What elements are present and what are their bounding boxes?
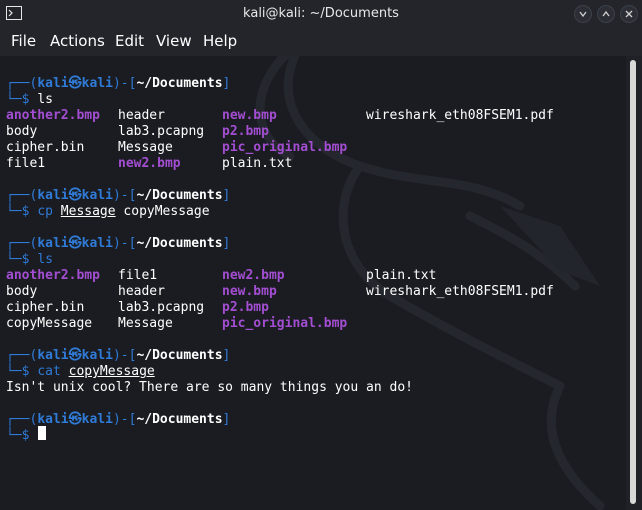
ls-output-row: another2.bmp header new.bmp wireshark_et… (6, 108, 626, 124)
file-entry: plain.txt (366, 268, 437, 283)
file-entry: wireshark_eth08FSEM1.pdf (366, 284, 554, 299)
title-bar: kali@kali: ~/Documents (0, 0, 642, 28)
command-line: └─$ ls (6, 252, 53, 267)
ls-output-row: cipher.bin lab3.pcapng p2.bmp (6, 300, 626, 316)
prompt-host: kali (81, 76, 113, 91)
minimize-button[interactable] (574, 5, 592, 23)
file-entry: pic_original.bmp (222, 316, 348, 331)
prompt-line: ┌──(kali㉿kali)-[~/Documents] (6, 76, 231, 91)
window-title: kali@kali: ~/Documents (243, 6, 399, 21)
prompt-line: ┌──(kali㉿kali)-[~/Documents] (6, 236, 231, 251)
prompt-user: kali (37, 412, 69, 427)
prompt-user: kali (37, 76, 69, 91)
ls-output-row: file1 new2.bmp plain.txt (6, 156, 626, 172)
menu-actions[interactable]: Actions (50, 32, 105, 50)
file-entry: lab3.pcapng (118, 124, 205, 139)
file-entry: cipher.bin (6, 300, 85, 315)
scrollbar-thumb[interactable] (630, 60, 636, 504)
prompt-path: ~/Documents (136, 348, 223, 363)
prompt-user: kali (37, 236, 69, 251)
prompt-path: ~/Documents (136, 236, 223, 251)
active-command-line[interactable]: └─$ (6, 428, 37, 444)
file-entry: p2.bmp (222, 124, 269, 139)
cat-output: Isn't unix cool? There are so many thing… (6, 380, 413, 395)
command-text: cp (37, 204, 53, 219)
ls-output-row: another2.bmp file1 new2.bmp plain.txt (6, 268, 626, 284)
text-cursor (38, 426, 46, 440)
file-entry: pic_original.bmp (222, 140, 348, 155)
command-text: ls (37, 252, 53, 267)
command-line: └─$ cat copyMessage (6, 364, 155, 379)
close-button[interactable] (620, 5, 638, 23)
menu-help[interactable]: Help (203, 32, 237, 50)
menu-bar: File Actions Edit View Help (0, 28, 642, 56)
file-entry: body (6, 124, 38, 139)
file-entry: lab3.pcapng (118, 300, 205, 315)
ls-output-row: body header new.bmp wireshark_eth08FSEM1… (6, 284, 626, 300)
prompt-line: ┌──(kali㉿kali)-[~/Documents] (6, 188, 231, 203)
file-entry: new.bmp (222, 108, 277, 123)
prompt-host: kali (81, 188, 113, 203)
file-entry: new2.bmp (222, 268, 285, 283)
ls-output-row: cipher.bin Message pic_original.bmp (6, 140, 626, 156)
maximize-button[interactable] (597, 5, 615, 23)
prompt-user: kali (37, 348, 69, 363)
command-arg: copyMessage (123, 204, 210, 219)
ls-output-row: copyMessage Message pic_original.bmp (6, 316, 626, 332)
prompt-path: ~/Documents (136, 412, 223, 427)
file-entry: Message (118, 140, 173, 155)
file-entry: header (118, 108, 165, 123)
prompt-path: ~/Documents (136, 76, 223, 91)
prompt-line: ┌──(kali㉿kali)-[~/Documents] (6, 348, 231, 363)
terminal-area[interactable]: ┌──(kali㉿kali)-[~/Documents] └─$ ls anot… (0, 56, 626, 510)
command-arg: Message (60, 204, 116, 219)
terminal-window: kali@kali: ~/Documents File Actions Edit… (0, 0, 642, 510)
prompt-path: ~/Documents (136, 188, 223, 203)
command-line: └─$ cp Message copyMessage (6, 204, 210, 219)
file-entry: plain.txt (222, 156, 293, 171)
file-entry: Message (118, 316, 173, 331)
file-entry: file1 (118, 268, 158, 283)
menu-file[interactable]: File (11, 32, 36, 50)
ls-output-row: body lab3.pcapng p2.bmp (6, 124, 626, 140)
prompt-host: kali (81, 348, 113, 363)
file-entry: body (6, 284, 38, 299)
menu-edit[interactable]: Edit (115, 32, 144, 50)
file-entry: header (118, 284, 165, 299)
chevron-down-icon (579, 11, 587, 18)
file-entry: copyMessage (6, 316, 93, 331)
file-entry: another2.bmp (6, 108, 100, 123)
file-entry: another2.bmp (6, 268, 100, 283)
file-entry: new2.bmp (118, 156, 181, 171)
chevron-up-icon (602, 10, 610, 17)
file-entry: new.bmp (222, 284, 277, 299)
file-entry: cipher.bin (6, 140, 85, 155)
file-entry: wireshark_eth08FSEM1.pdf (366, 108, 554, 123)
file-entry: p2.bmp (222, 300, 269, 315)
command-text: ls (37, 92, 53, 107)
command-arg: copyMessage (68, 364, 155, 379)
prompt-host: kali (81, 236, 113, 251)
file-entry: file1 (6, 156, 46, 171)
prompt-user: kali (37, 188, 69, 203)
prompt-host: kali (81, 412, 113, 427)
command-text: cat (37, 364, 61, 379)
command-line: └─$ ls (6, 92, 53, 107)
close-icon (625, 10, 633, 18)
menu-view[interactable]: View (156, 32, 192, 50)
